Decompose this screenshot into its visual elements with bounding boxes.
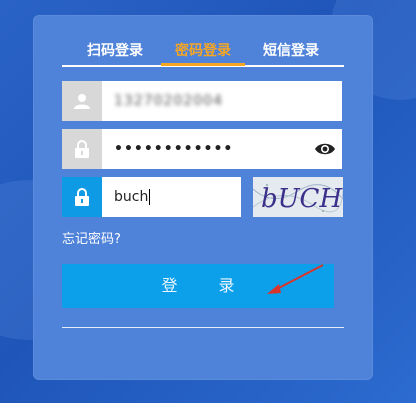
user-icon [62,81,102,121]
login-panel: 扫码登录 密码登录 短信登录 13270202004 •••••••••••• [33,15,373,380]
login-tabs: 扫码登录 密码登录 短信登录 [62,39,344,67]
tab-qrcode-login[interactable]: 扫码登录 [82,41,148,63]
captcha-text: bUCH [261,184,343,214]
username-field[interactable]: 13270202004 [102,81,342,121]
divider [62,327,344,328]
annotation-arrow [267,264,324,294]
text-cursor [149,189,151,205]
eye-icon[interactable] [314,139,336,159]
username-value: 13270202004 [114,93,223,109]
username-row: 13270202004 [62,81,342,121]
tab-sms-login[interactable]: 短信登录 [258,41,324,63]
forgot-password-link[interactable]: 忘记密码? [62,228,121,247]
lock-icon [62,177,102,217]
captcha-row: buch [62,177,242,217]
lock-icon [62,129,102,169]
captcha-value: buch [114,189,149,205]
tab-password-login[interactable]: 密码登录 [161,41,245,66]
captcha-input[interactable]: buch [102,177,241,217]
password-value: •••••••••••• [114,141,234,157]
password-field[interactable]: •••••••••••• [102,129,342,169]
captcha-image[interactable]: bUCH [253,177,343,217]
password-row: •••••••••••• [62,129,342,169]
